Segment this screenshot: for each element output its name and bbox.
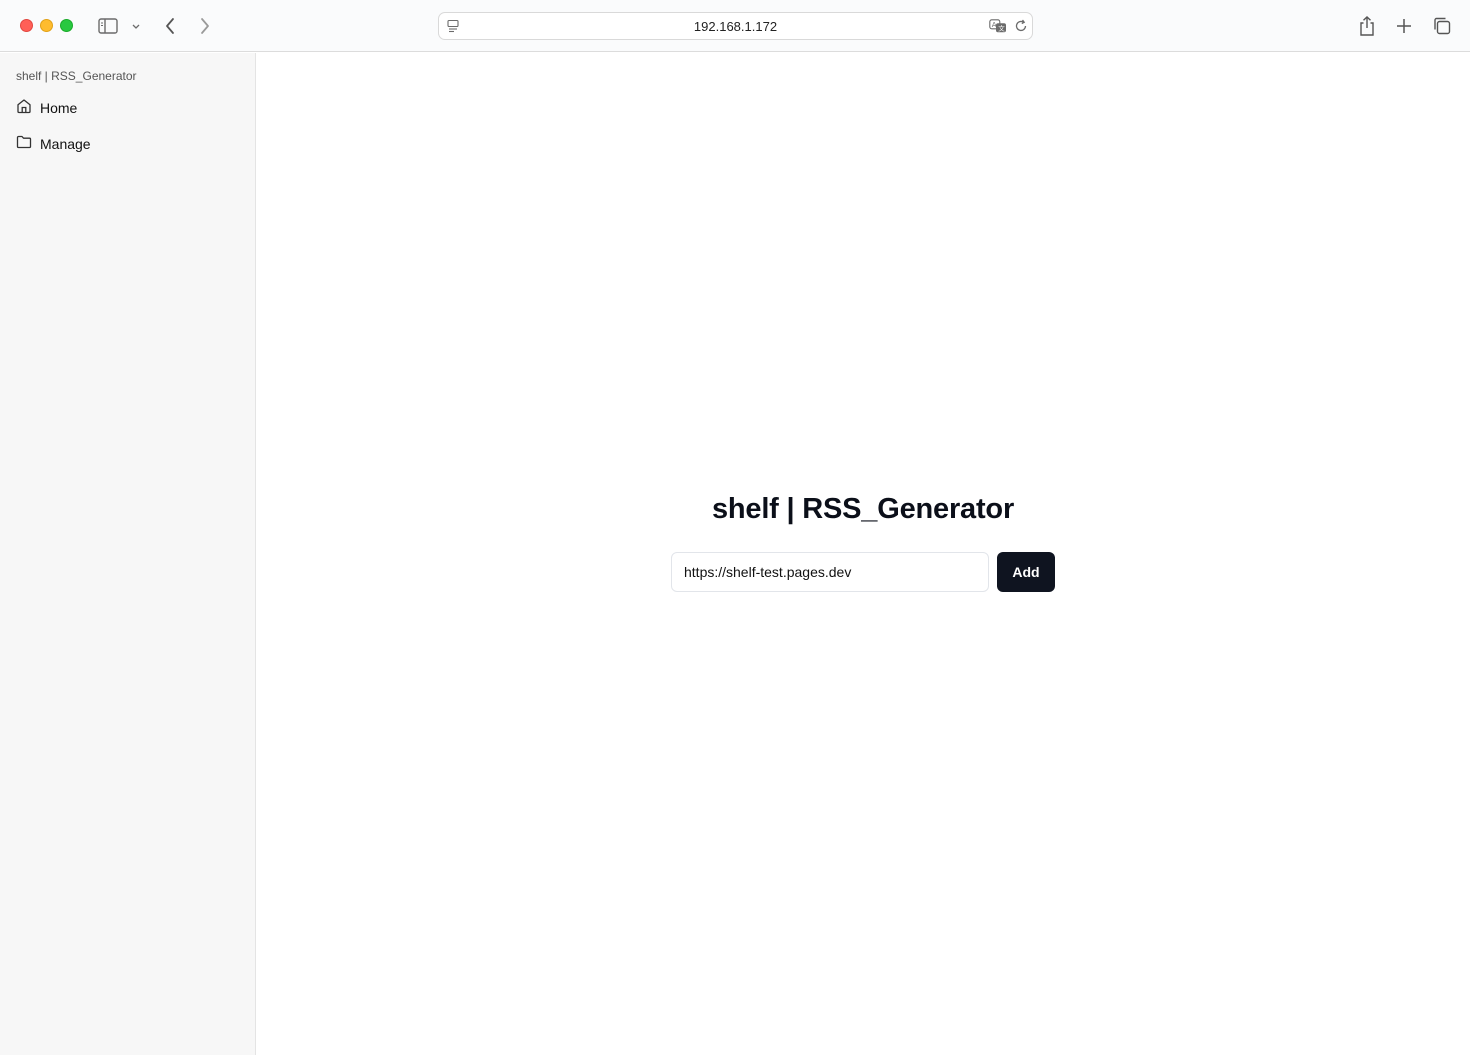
sidebar-item-label: Manage xyxy=(40,136,91,152)
sidebar-item-manage[interactable]: Manage xyxy=(16,134,91,154)
share-icon[interactable] xyxy=(1357,14,1377,38)
browser-toolbar: 192.168.1.172 A文 xyxy=(0,0,1470,52)
svg-text:文: 文 xyxy=(998,24,1005,33)
window-minimize-button[interactable] xyxy=(40,19,53,32)
window-zoom-button[interactable] xyxy=(60,19,73,32)
home-icon xyxy=(16,98,32,119)
feed-url-input[interactable] xyxy=(671,552,989,592)
sidebar-item-home[interactable]: Home xyxy=(16,98,77,118)
back-icon[interactable] xyxy=(160,15,180,37)
folder-icon xyxy=(16,134,32,155)
address-text[interactable]: 192.168.1.172 xyxy=(439,19,1032,34)
forward-icon[interactable] xyxy=(195,15,215,37)
reload-icon[interactable] xyxy=(1014,19,1028,38)
translate-icon[interactable]: A文 xyxy=(989,19,1007,38)
sidebar-toggle-icon[interactable] xyxy=(97,16,119,36)
new-tab-icon[interactable] xyxy=(1394,16,1414,36)
main-content: shelf | RSS_Generator Add xyxy=(256,53,1470,1055)
add-button[interactable]: Add xyxy=(997,552,1055,592)
sidebar: shelf | RSS_Generator Home Manage xyxy=(0,53,256,1055)
tabs-overview-icon[interactable] xyxy=(1431,15,1453,37)
chevron-down-icon[interactable] xyxy=(130,20,142,32)
address-bar[interactable]: 192.168.1.172 A文 xyxy=(438,12,1033,40)
page-title: shelf | RSS_Generator xyxy=(711,493,1015,525)
sidebar-title: shelf | RSS_Generator xyxy=(16,69,137,83)
sidebar-item-label: Home xyxy=(40,100,78,116)
window-close-button[interactable] xyxy=(20,19,33,32)
